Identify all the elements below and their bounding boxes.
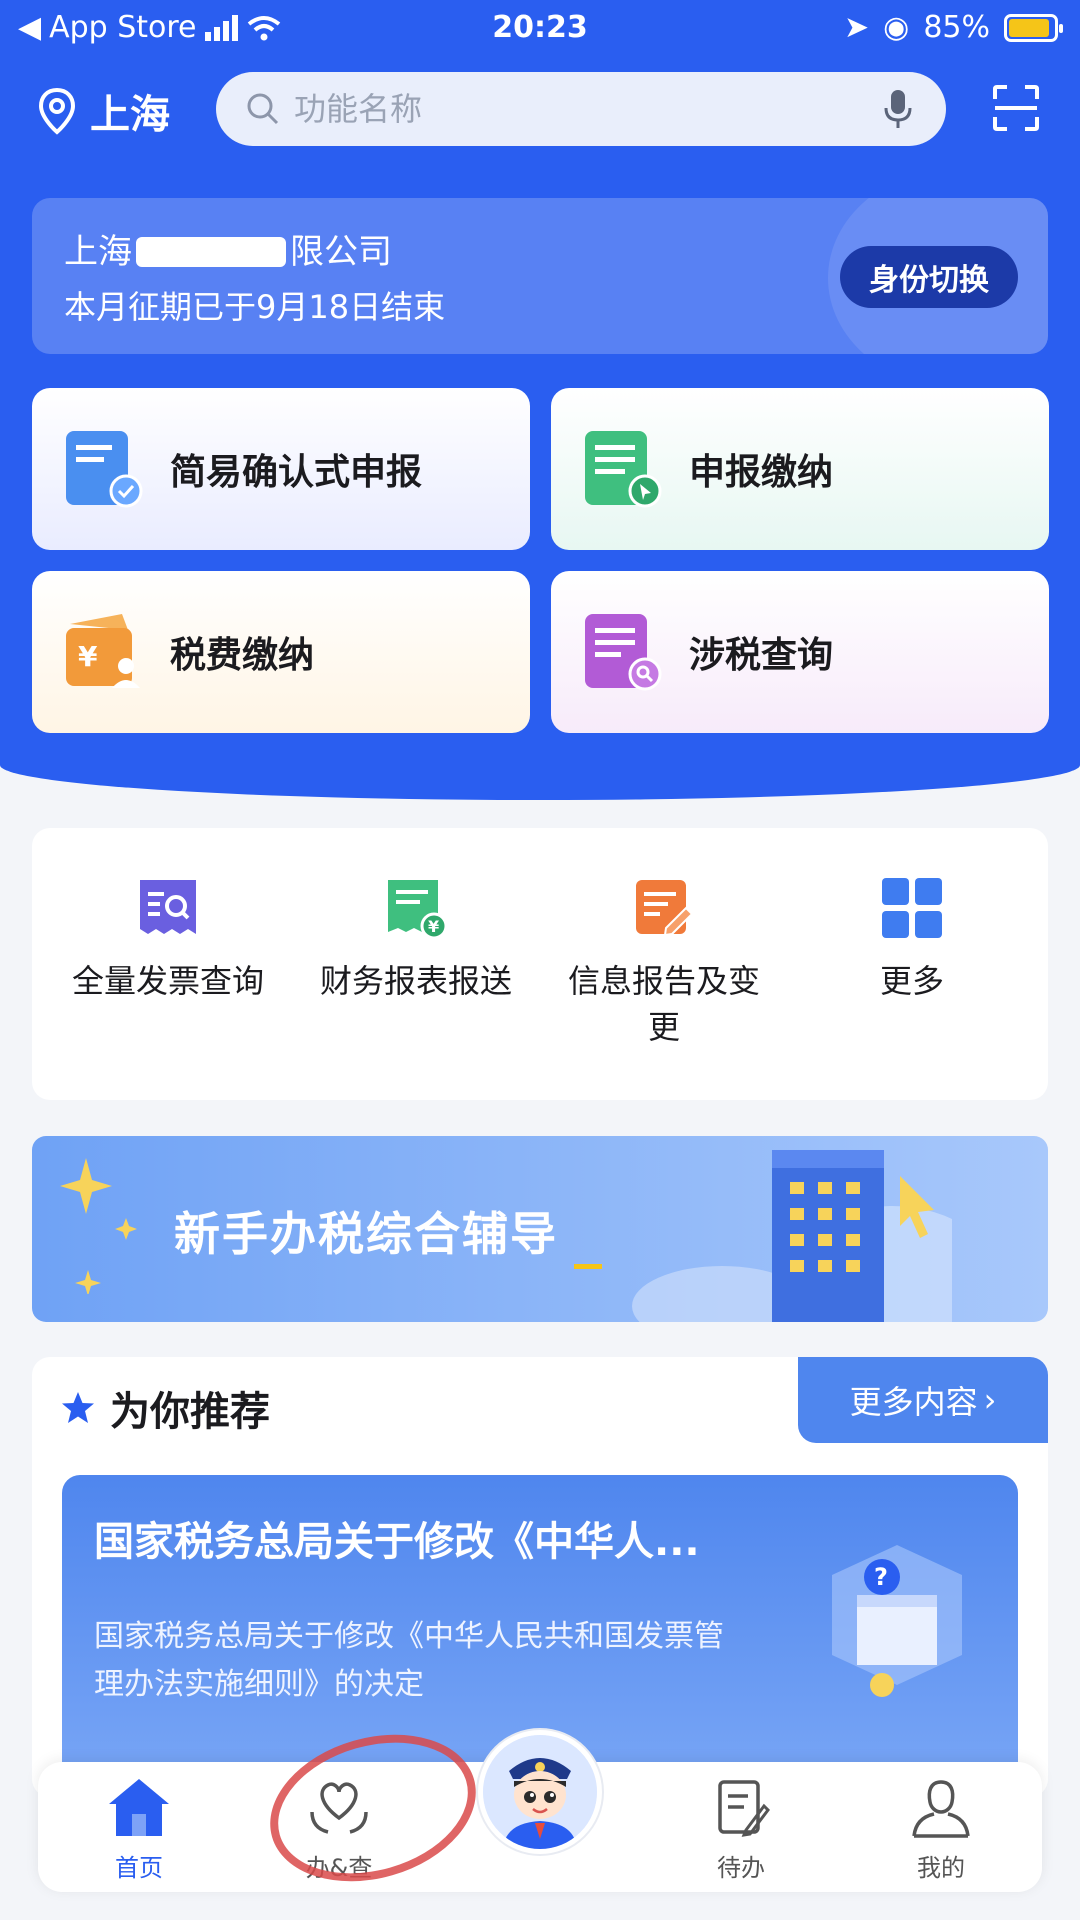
location-selector[interactable]: 上海 xyxy=(38,82,170,140)
tab-todo[interactable]: 待办 xyxy=(666,1776,816,1883)
article-title: 国家税务总局关于修改《中华人... xyxy=(94,1519,700,1565)
svg-text:¥: ¥ xyxy=(78,640,98,673)
redaction-mask xyxy=(136,237,286,267)
beginner-guide-banner[interactable]: 新手办税综合辅导 xyxy=(32,1136,1048,1322)
todo-icon xyxy=(718,1780,770,1837)
chevron-right-icon: › xyxy=(983,1381,997,1419)
tax-assistant-avatar[interactable] xyxy=(478,1730,602,1854)
tab-label: 首页 xyxy=(115,1854,163,1882)
grid-more-icon xyxy=(882,878,942,938)
quick-more[interactable]: 更多 xyxy=(802,876,1022,1004)
banner-text: 新手办税综合辅导 xyxy=(174,1207,558,1261)
document-check-icon xyxy=(66,431,143,508)
battery-percent: 85% xyxy=(923,10,990,45)
tile-label: 税费缴纳 xyxy=(170,635,315,676)
search-icon xyxy=(247,93,279,125)
company-name: 上海 限公司 xyxy=(64,224,392,273)
more-content-button[interactable]: 更多内容 › xyxy=(798,1357,1048,1443)
svg-text:?: ? xyxy=(874,1563,888,1591)
tab-mine[interactable]: 我的 xyxy=(866,1776,1016,1883)
tile-label: 简易确认式申报 xyxy=(170,452,423,493)
quick-invoice-search[interactable]: 全量发票查询 xyxy=(58,876,278,1004)
mascot-officer-icon xyxy=(483,1735,597,1849)
tile-simple-declaration[interactable]: 简易确认式申报 xyxy=(32,388,530,550)
quick-label: 全量发票查询 xyxy=(71,962,264,1000)
wallet-yuan-icon: ¥ xyxy=(66,614,140,688)
search-bar[interactable] xyxy=(216,72,946,146)
home-icon xyxy=(109,1779,169,1836)
battery-icon xyxy=(1004,13,1063,42)
quick-label: 财务报表报送 xyxy=(319,962,512,1000)
tile-label: 申报缴纳 xyxy=(689,452,834,493)
tab-home[interactable]: 首页 xyxy=(64,1776,214,1883)
quick-services-panel: 全量发票查询 ¥ 财务报表报送 信息报告及变更 更多 xyxy=(32,828,1048,1100)
scan-icon[interactable] xyxy=(992,84,1040,132)
edit-report-icon xyxy=(636,880,694,937)
quick-info-report[interactable]: 信息报告及变更 xyxy=(554,876,774,1050)
document-search-icon xyxy=(585,614,662,691)
user-icon xyxy=(912,1780,970,1838)
invoice-search-icon xyxy=(140,880,196,934)
sparkle-icon xyxy=(60,1158,137,1294)
company-name-suffix: 限公司 xyxy=(290,232,392,272)
tab-label: 我的 xyxy=(917,1854,965,1882)
svg-text:¥: ¥ xyxy=(428,917,439,936)
tax-period-text: 本月征期已于9月18日结束 xyxy=(64,288,446,326)
identity-switch-button[interactable]: 身份切换 xyxy=(840,246,1018,308)
tab-label: 待办 xyxy=(717,1854,765,1882)
company-name-prefix: 上海 xyxy=(64,232,132,272)
recommend-title: 为你推荐 xyxy=(110,1389,270,1435)
tile-label: 涉税查询 xyxy=(689,635,834,676)
star-icon xyxy=(62,1392,94,1423)
map-pin-icon xyxy=(38,87,76,135)
search-input[interactable] xyxy=(294,90,814,128)
quick-financial-report[interactable]: ¥ 财务报表报送 xyxy=(306,876,526,1004)
location-arrow-icon: ➤ xyxy=(843,10,870,45)
status-bar: ◀ App Store 20:23 ➤ ◉ 85% xyxy=(0,0,1080,56)
list-cursor-icon xyxy=(585,431,662,508)
tile-tax-payment[interactable]: ¥ 税费缴纳 xyxy=(32,571,530,733)
tile-tax-inquiry[interactable]: 涉税查询 xyxy=(551,571,1049,733)
report-yuan-icon: ¥ xyxy=(388,880,448,940)
building-illustration-icon xyxy=(632,1150,952,1322)
location-label: 上海 xyxy=(90,92,170,138)
tile-declare-pay[interactable]: 申报缴纳 xyxy=(551,388,1049,550)
quick-label: 更多 xyxy=(879,962,944,1000)
quick-label: 信息报告及变更 xyxy=(567,962,760,1046)
more-content-label: 更多内容 xyxy=(849,1383,978,1421)
microphone-icon[interactable] xyxy=(884,88,912,130)
company-card: 上海 限公司 本月征期已于9月18日结束 身份切换 xyxy=(32,198,1048,354)
recommend-header: 为你推荐 xyxy=(60,1379,270,1437)
rotation-lock-icon: ◉ xyxy=(883,10,910,45)
article-summary: 国家税务总局关于修改《中华人民共和国发票管理办法实施细则》的决定 xyxy=(94,1619,724,1702)
question-box-illustration-icon: ? xyxy=(832,1545,962,1697)
